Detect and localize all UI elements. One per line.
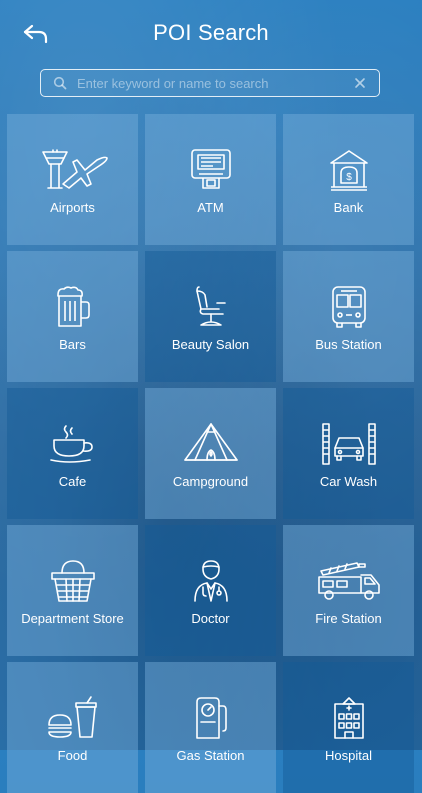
category-bank[interactable]: $ Bank bbox=[283, 114, 414, 245]
category-label: Bank bbox=[333, 200, 364, 215]
gas-pump-icon bbox=[179, 695, 243, 741]
shopping-basket-icon bbox=[41, 558, 105, 604]
hospital-building-icon bbox=[317, 695, 381, 741]
search-icon bbox=[47, 70, 73, 96]
category-bars[interactable]: Bars bbox=[7, 251, 138, 382]
category-label: Department Store bbox=[21, 611, 124, 626]
category-label: Campground bbox=[172, 474, 249, 489]
category-label: Car Wash bbox=[319, 474, 378, 489]
category-label: Bars bbox=[59, 337, 86, 352]
search-bar bbox=[40, 69, 380, 97]
doctor-icon bbox=[179, 558, 243, 604]
bus-icon bbox=[317, 284, 381, 330]
category-label: Airports bbox=[50, 200, 95, 215]
close-icon bbox=[355, 78, 365, 88]
category-label: Food bbox=[57, 748, 88, 763]
category-beauty-salon[interactable]: Beauty Salon bbox=[145, 251, 276, 382]
car-wash-icon bbox=[317, 421, 381, 467]
category-department-store[interactable]: Department Store bbox=[7, 525, 138, 656]
category-hospital[interactable]: Hospital bbox=[283, 662, 414, 793]
category-cafe[interactable]: Cafe bbox=[7, 388, 138, 519]
clear-search-button[interactable] bbox=[347, 70, 373, 96]
category-food[interactable]: Food bbox=[7, 662, 138, 793]
category-fire-station[interactable]: Fire Station bbox=[283, 525, 414, 656]
bank-icon: $ bbox=[317, 147, 381, 193]
salon-chair-icon bbox=[179, 284, 243, 330]
poi-category-grid: Airports ATM $ Bank Bars Beauty Salon Bu… bbox=[7, 114, 415, 793]
fire-truck-icon bbox=[317, 558, 381, 604]
coffee-cup-icon bbox=[41, 421, 105, 467]
category-campground[interactable]: Campground bbox=[145, 388, 276, 519]
category-label: Doctor bbox=[191, 611, 230, 626]
category-airports[interactable]: Airports bbox=[7, 114, 138, 245]
beer-mug-icon bbox=[41, 284, 105, 330]
header: POI Search bbox=[0, 0, 422, 68]
page-title: POI Search bbox=[153, 20, 269, 45]
category-label: Cafe bbox=[58, 474, 87, 489]
category-gas-station[interactable]: Gas Station bbox=[145, 662, 276, 793]
category-label: Beauty Salon bbox=[171, 337, 250, 352]
category-label: Bus Station bbox=[315, 337, 382, 352]
category-doctor[interactable]: Doctor bbox=[145, 525, 276, 656]
category-bus-station[interactable]: Bus Station bbox=[283, 251, 414, 382]
atm-icon bbox=[179, 147, 243, 193]
category-car-wash[interactable]: Car Wash bbox=[283, 388, 414, 519]
category-label: Hospital bbox=[325, 748, 372, 763]
search-input[interactable] bbox=[73, 75, 347, 91]
category-label: Fire Station bbox=[315, 611, 382, 626]
svg-text:$: $ bbox=[346, 172, 352, 183]
tent-icon bbox=[179, 421, 243, 467]
fast-food-icon bbox=[41, 695, 105, 741]
airport-icon bbox=[41, 147, 108, 193]
category-label: ATM bbox=[197, 200, 224, 215]
category-label: Gas Station bbox=[176, 748, 245, 763]
category-atm[interactable]: ATM bbox=[145, 114, 276, 245]
